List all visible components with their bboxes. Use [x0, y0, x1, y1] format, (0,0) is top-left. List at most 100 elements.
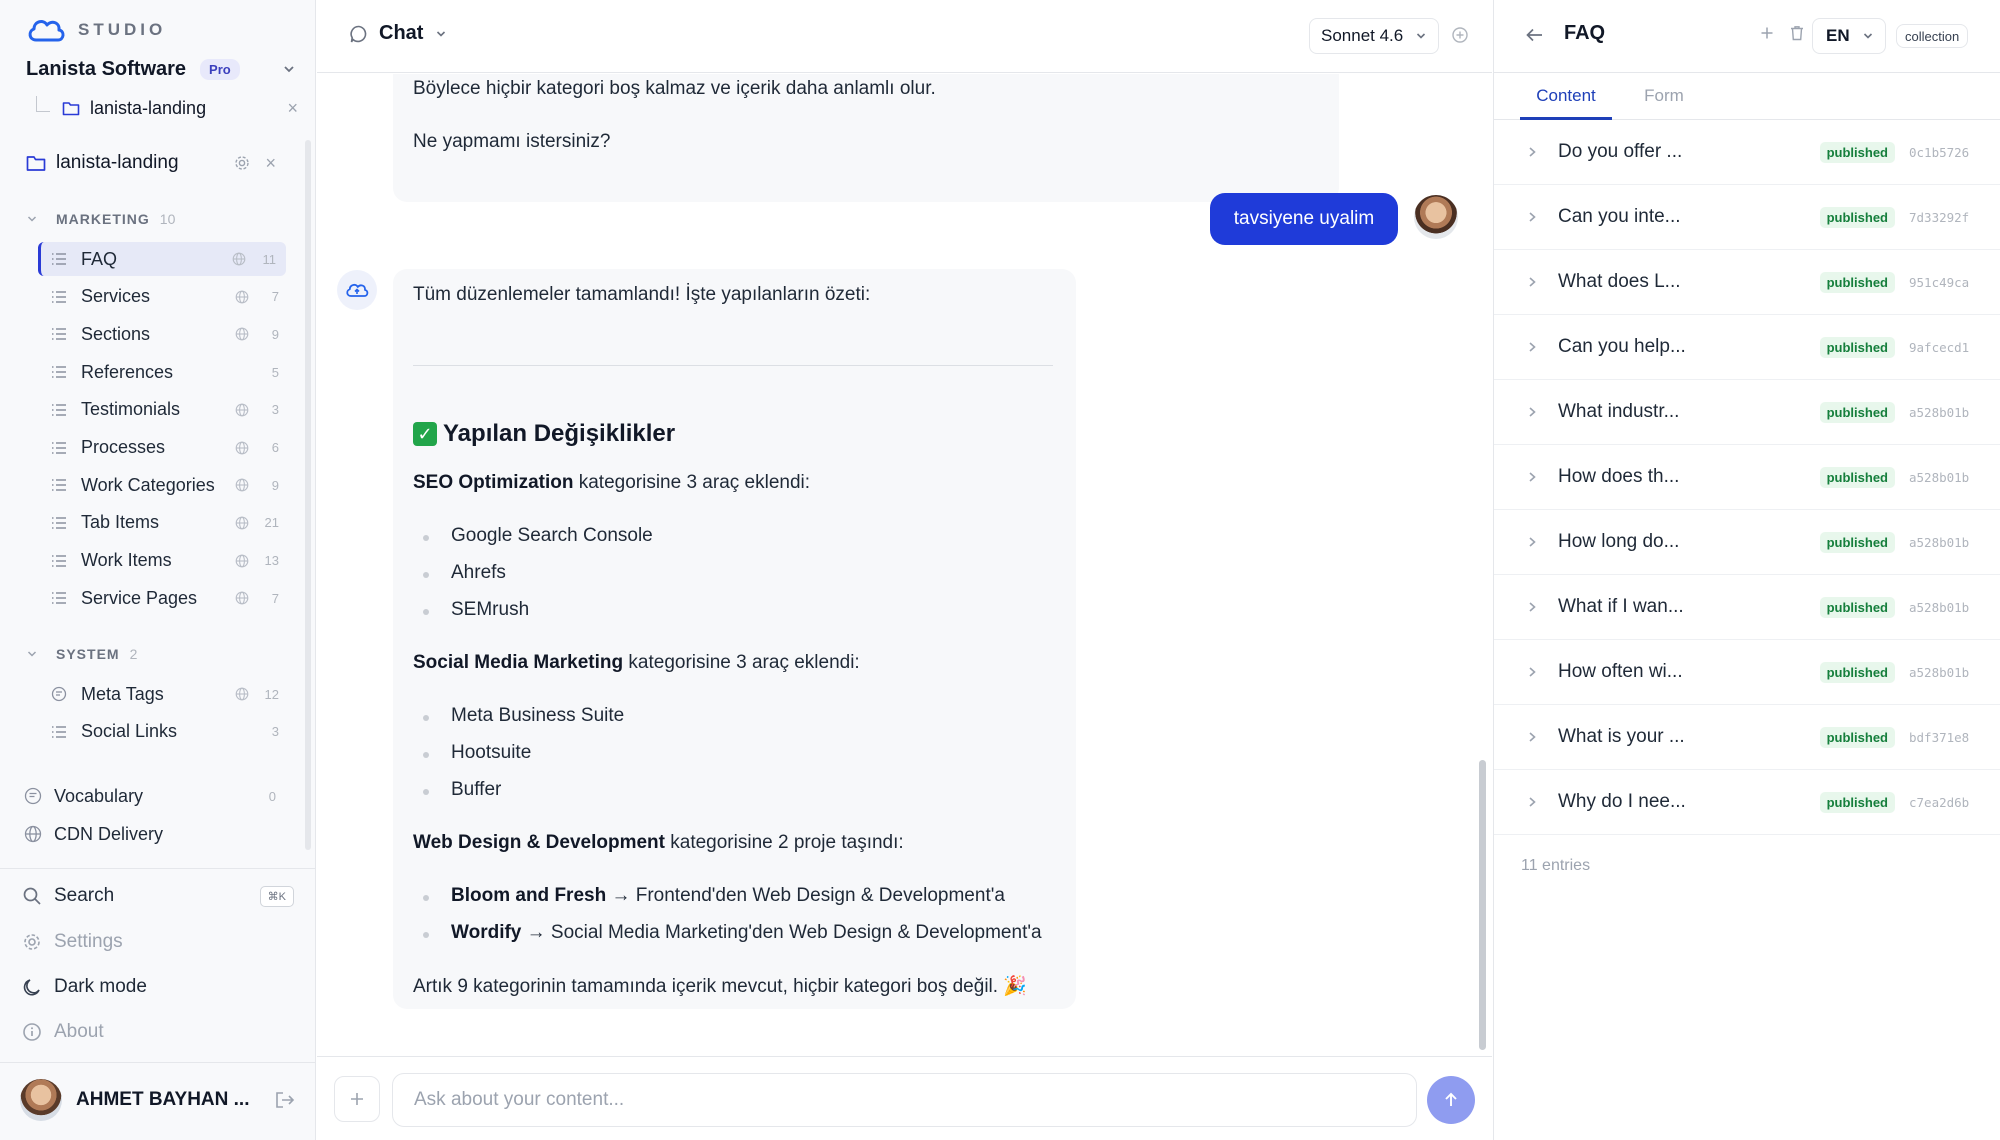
sub-project-row[interactable]: lanista-landing × [36, 96, 298, 120]
trash-icon[interactable] [1788, 24, 1806, 42]
model-selector[interactable]: Sonnet 4.6 [1309, 18, 1439, 54]
dark-mode-toggle[interactable]: Dark mode [22, 971, 294, 1003]
bullet [423, 789, 429, 795]
language-selector[interactable]: EN [1812, 18, 1886, 54]
sidebar-item-label: Meta Tags [81, 683, 164, 704]
sidebar-item-social-links[interactable]: Social Links 3 [41, 715, 289, 749]
chevron-right-icon[interactable] [1526, 405, 1538, 419]
item-count: 7 [271, 289, 279, 305]
globe-icon [235, 516, 249, 530]
model-label: Sonnet 4.6 [1321, 26, 1404, 45]
status-badge: published [1819, 206, 1895, 228]
chevron-right-icon[interactable] [1526, 470, 1538, 484]
chevron-right-icon[interactable] [1526, 275, 1538, 289]
table-row[interactable]: How long do... published a528b01b [1494, 510, 2000, 575]
sidebar-item-cdn-delivery[interactable]: CDN Delivery [24, 818, 286, 850]
sidebar-item-work-categories[interactable]: Work Categories 9 [41, 468, 289, 502]
chevron-right-icon[interactable] [1526, 210, 1538, 224]
send-button[interactable] [1427, 1076, 1475, 1124]
entry-title: How long do... [1558, 531, 1680, 552]
arrow-left-icon[interactable] [1524, 24, 1546, 46]
chat-scrollbar[interactable] [1479, 760, 1486, 1050]
plus-icon[interactable] [1758, 24, 1776, 42]
sidebar-item-label: FAQ [81, 248, 118, 269]
table-row[interactable]: Can you inte... published 7d33292f [1494, 185, 2000, 250]
chat-input[interactable] [392, 1073, 1417, 1127]
settings-nav-button[interactable]: Settings [22, 926, 294, 958]
globe-icon [235, 478, 249, 492]
project-row[interactable]: lanista-landing × [26, 148, 276, 178]
item-meta: 7 [235, 289, 279, 304]
search-label: Search [54, 885, 115, 906]
user-profile[interactable]: AHMET BAYHAN ... [20, 1078, 296, 1122]
sidebar-item-tab-items[interactable]: Tab Items 21 [41, 506, 289, 540]
section-header-system[interactable]: SYSTEM 2 [26, 643, 137, 665]
table-row[interactable]: Can you help... published 9afcecd1 [1494, 315, 2000, 380]
item-count: 0 [268, 788, 276, 804]
globe-icon [235, 441, 249, 454]
arrow-up-icon [1445, 1092, 1457, 1106]
chevron-right-icon[interactable] [1526, 665, 1538, 679]
chevron-down-icon [284, 66, 294, 73]
table-row[interactable]: What industr... published a528b01b [1494, 380, 2000, 445]
assistant-avatar [337, 270, 377, 310]
table-row[interactable]: What is your ... published bdf371e8 [1494, 705, 2000, 770]
table-row[interactable]: How often wi... published a528b01b [1494, 640, 2000, 705]
item-count: 11 [262, 251, 277, 267]
cloud-logo-icon [28, 20, 65, 42]
message-list[interactable]: Böylece hiçbir kategori boş kalmaz ve iç… [317, 74, 1492, 1056]
sidebar-item-assets[interactable]: Assets [24, 856, 286, 860]
section-header-marketing[interactable]: MARKETING 10 [26, 208, 175, 230]
attach-button[interactable] [334, 1076, 380, 1122]
chevron-right-icon[interactable] [1526, 535, 1538, 549]
list-icon [52, 592, 66, 605]
table-row[interactable]: Do you offer ... published 0c1b5726 [1494, 120, 2000, 185]
sidebar-item-meta-tags[interactable]: Meta Tags 12 [41, 677, 289, 711]
sidebar-item-services[interactable]: Services 7 [41, 280, 289, 314]
entry-title: Can you inte... [1558, 206, 1681, 227]
chevron-right-icon[interactable] [1526, 730, 1538, 744]
table-row[interactable]: What if I wan... published a528b01b [1494, 575, 2000, 640]
tab-content[interactable]: Content [1520, 86, 1612, 120]
table-row[interactable]: How does th... published a528b01b [1494, 445, 2000, 510]
list-icon [52, 725, 66, 738]
search-nav-button[interactable]: Search ⌘K [22, 880, 294, 912]
list-icon [52, 366, 66, 378]
org-name: Lanista Software [26, 57, 187, 80]
bullet [423, 715, 429, 721]
sidebar-item-testimonials[interactable]: Testimonials 3 [41, 393, 289, 427]
sidebar-item-work-items[interactable]: Work Items 13 [41, 544, 289, 578]
sidebar-item-references[interactable]: References 5 [41, 355, 289, 389]
section-count: 10 [159, 211, 176, 227]
sidebar-item-service-pages[interactable]: Service Pages 7 [41, 581, 289, 615]
table-row[interactable]: Why do I nee... published c7ea2d6b [1494, 770, 2000, 835]
tab-form[interactable]: Form [1632, 86, 1696, 120]
sidebar-item-faq[interactable]: FAQ 11 [38, 242, 286, 276]
gear-icon[interactable] [233, 154, 251, 172]
chevron-right-icon[interactable] [1526, 145, 1538, 159]
list-icon [52, 554, 66, 567]
new-chat-icon[interactable] [1451, 26, 1469, 44]
table-row[interactable]: What does L... published 951c49ca [1494, 250, 2000, 315]
status-badge: published [1819, 531, 1895, 553]
close-sub-project-button[interactable]: × [287, 98, 298, 119]
chat-title-dropdown[interactable]: Chat [349, 22, 447, 45]
list-icon [52, 441, 66, 454]
user-message: tavsiyene uyalim [1210, 193, 1398, 245]
close-project-button[interactable]: × [265, 153, 276, 174]
sidebar-item-processes[interactable]: Processes 6 [41, 431, 289, 465]
list-item: Hootsuite [451, 742, 532, 763]
about-nav-button[interactable]: About [22, 1016, 294, 1048]
globe-icon [235, 591, 249, 605]
sidebar-item-vocabulary[interactable]: Vocabulary 0 [24, 780, 286, 812]
org-switcher[interactable]: Lanista Software Pro [26, 54, 296, 84]
sidebar-item-sections[interactable]: Sections 9 [41, 317, 289, 351]
sidebar-item-label: Processes [81, 437, 166, 457]
chevron-right-icon[interactable] [1526, 795, 1538, 809]
entry-id: a528b01b [1909, 599, 1970, 615]
chevron-right-icon[interactable] [1526, 340, 1538, 354]
search-icon [23, 887, 41, 905]
chevron-right-icon[interactable] [1526, 600, 1538, 614]
logout-icon[interactable] [274, 1090, 296, 1110]
item-meta: 3 [235, 402, 279, 417]
